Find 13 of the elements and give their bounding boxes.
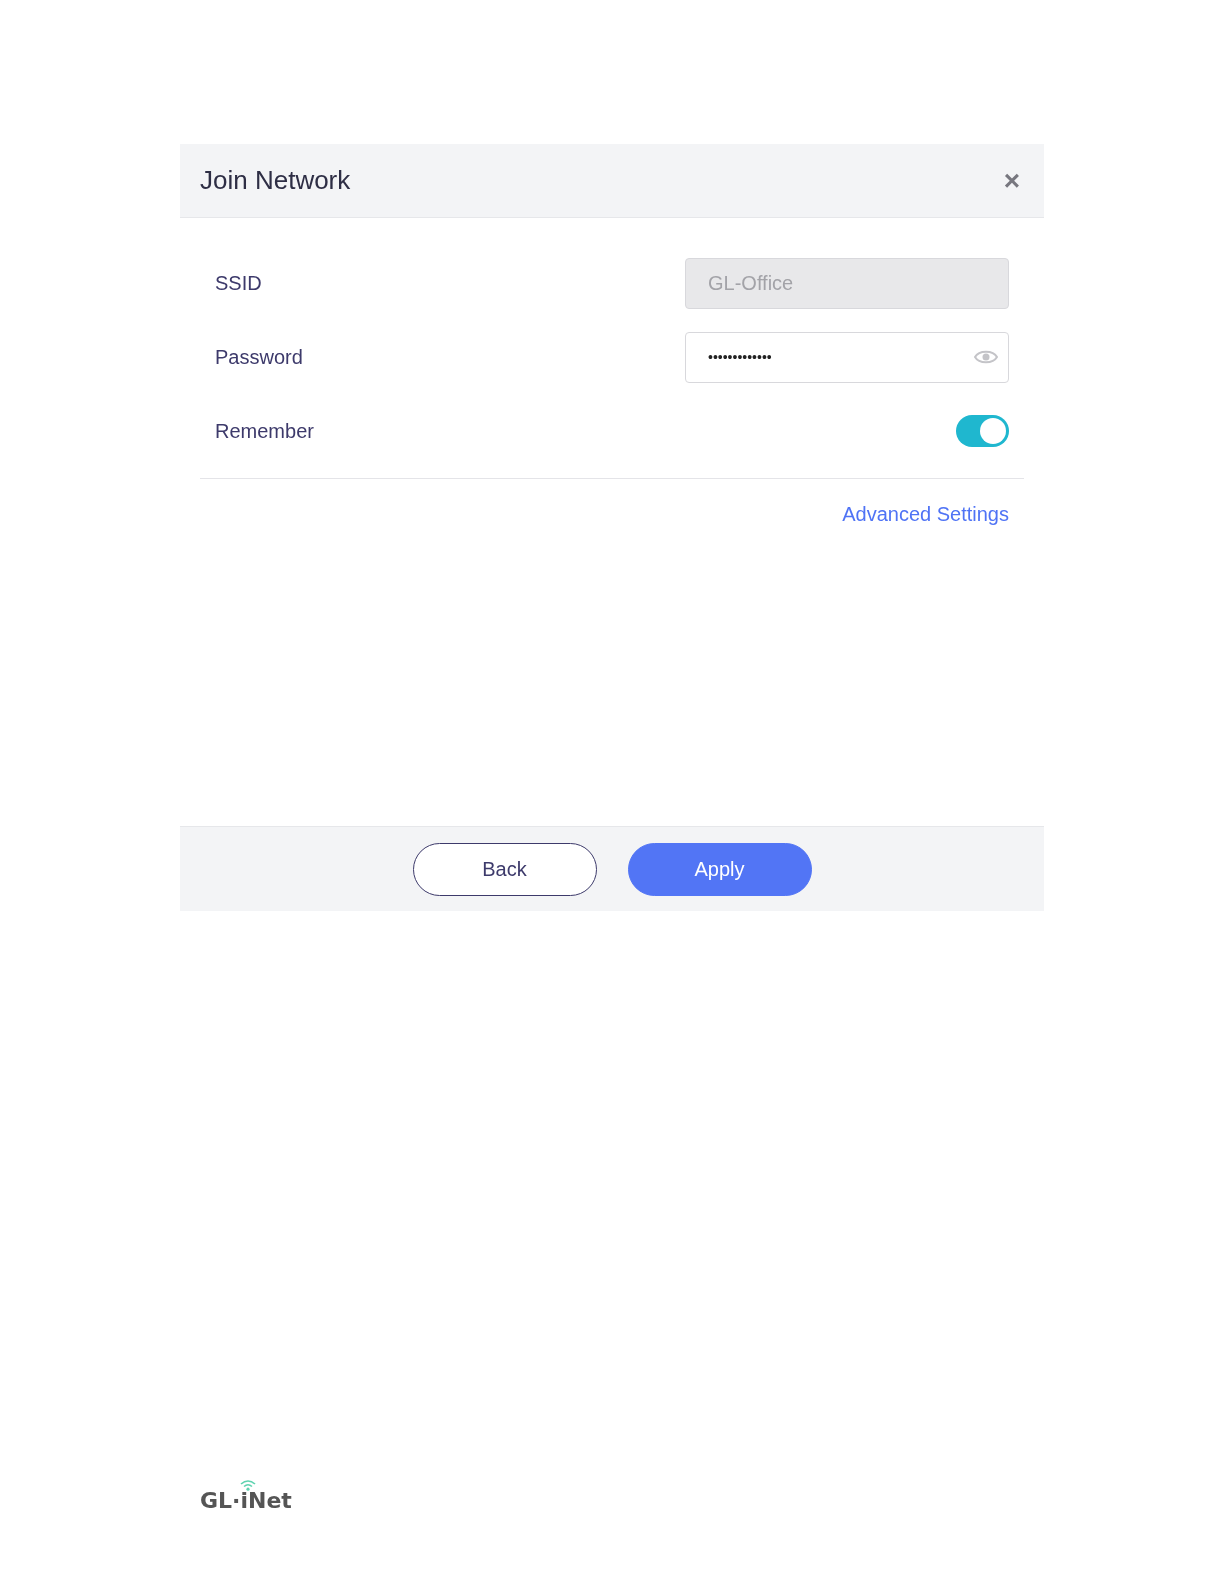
field-label: SSID (215, 271, 262, 295)
advanced-settings-link[interactable]: Advanced Settings (842, 503, 1009, 526)
apply-button[interactable]: Apply (627, 842, 812, 896)
dialog-title: Join Network (200, 165, 351, 196)
field-label: Password (215, 345, 303, 369)
wifi-icon (240, 1480, 256, 1491)
toggle-switch[interactable] (956, 415, 1009, 447)
logo: GL·iNet (200, 1488, 292, 1513)
eye-icon[interactable] (974, 349, 998, 365)
field-label: Remember (215, 419, 314, 443)
password-field[interactable]: ••••••••••••• (685, 331, 1009, 383)
back-button[interactable]: Back (412, 842, 597, 896)
close-button[interactable]: × (999, 164, 1024, 197)
